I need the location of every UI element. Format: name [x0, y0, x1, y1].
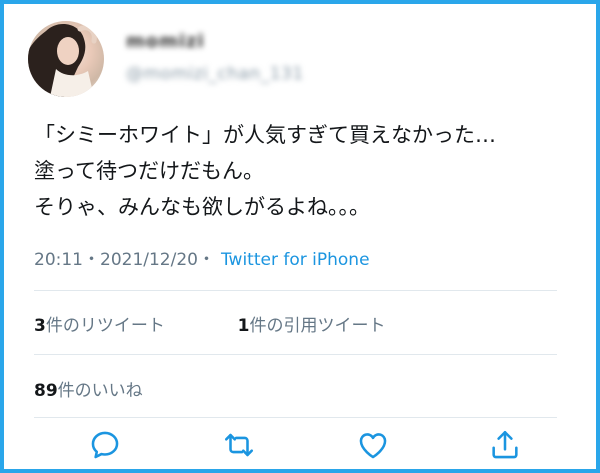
meta-separator: ・: [83, 250, 100, 270]
like-icon: [359, 433, 387, 459]
meta-separator: ・: [197, 250, 215, 270]
display-name[interactable]: momizi: [126, 31, 205, 52]
tweet-meta: 20:11・2021/12/20・ Twitter for iPhone: [34, 245, 370, 270]
tweet-text: 「シミーホワイト」が人気すぎて買えなかった… 塗って待つだけだもん。 そりゃ、み…: [34, 117, 579, 225]
share-icon: [492, 430, 518, 459]
likes-label: 件のいいね: [57, 381, 143, 401]
reply-icon: [91, 431, 119, 459]
tweet-time[interactable]: 20:11: [34, 250, 83, 270]
quotes-label: 件の引用ツイート: [249, 316, 386, 336]
retweets-stat[interactable]: 3件のリツイート: [34, 316, 165, 336]
divider: [34, 417, 557, 418]
tweet-source-link[interactable]: Twitter for iPhone: [221, 250, 370, 270]
quotes-count: 1: [237, 316, 250, 336]
retweet-icon: [224, 433, 254, 457]
divider: [34, 290, 557, 291]
retweets-label: 件のリツイート: [45, 316, 165, 336]
like-button[interactable]: [356, 428, 390, 462]
stats-row: 3件のリツイート 1件の引用ツイート: [34, 311, 386, 336]
likes-count: 89: [34, 381, 58, 401]
likes-stat[interactable]: 89件のいいね: [34, 376, 143, 401]
share-button[interactable]: [488, 428, 522, 462]
reply-button[interactable]: [88, 428, 122, 462]
quotes-stat[interactable]: 1件の引用ツイート: [238, 316, 386, 336]
avatar[interactable]: [28, 21, 104, 97]
retweet-button[interactable]: [222, 428, 256, 462]
tweet-line: 塗って待つだけだもん。: [34, 159, 264, 183]
tweet-card: momizi @momizi_chan_131 「シミーホワイト」が人気すぎて買…: [0, 0, 600, 473]
tweet-date[interactable]: 2021/12/20: [100, 250, 198, 270]
tweet-line: 「シミーホワイト」が人気すぎて買えなかった…: [34, 123, 496, 147]
divider: [34, 354, 557, 355]
user-handle[interactable]: @momizi_chan_131: [126, 64, 304, 84]
tweet-line: そりゃ、みんなも欲しがるよね。。。: [34, 195, 370, 219]
retweets-count: 3: [34, 316, 46, 336]
